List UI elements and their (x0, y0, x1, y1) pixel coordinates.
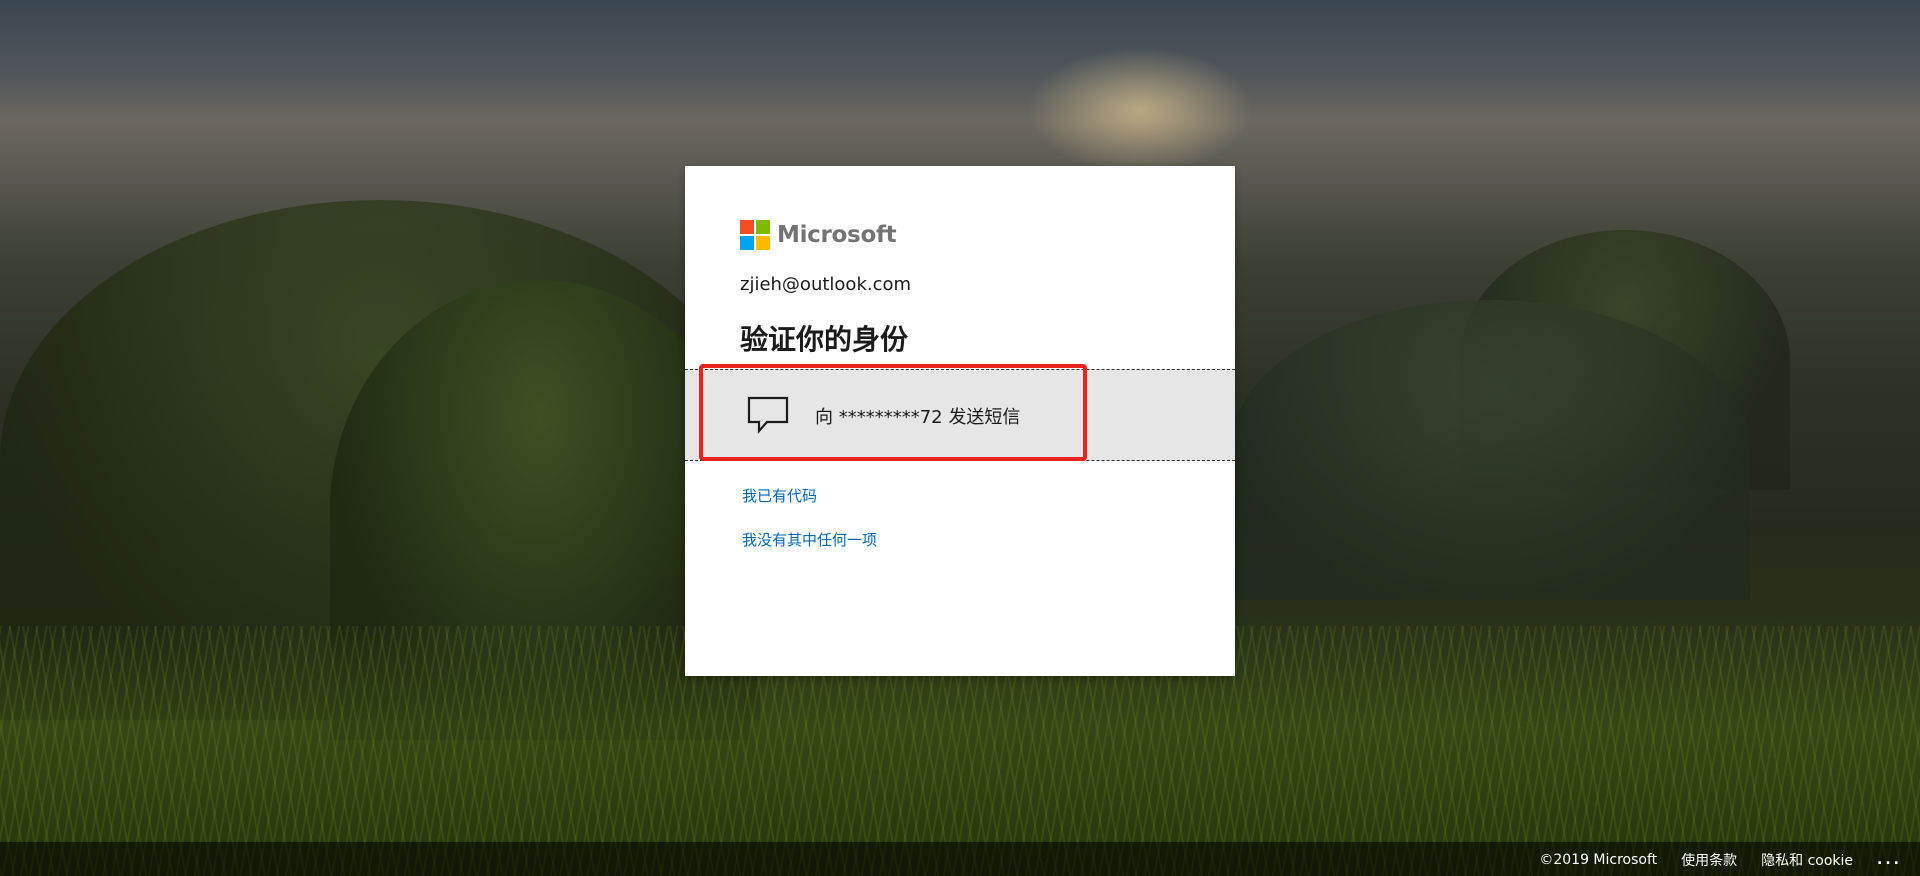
logo-square-blue (740, 236, 754, 250)
none-of-these-link[interactable]: 我没有其中任何一项 (742, 529, 877, 550)
privacy-cookie-link[interactable]: 隐私和 cookie (1761, 850, 1853, 870)
microsoft-logo-icon (740, 220, 770, 250)
microsoft-logo: Microsoft (740, 220, 897, 250)
page-title: 验证你的身份 (740, 323, 909, 356)
more-options-button[interactable]: ... (1877, 852, 1902, 868)
brand-name: Microsoft (777, 222, 897, 248)
send-sms-label: 向 *********72 发送短信 (815, 407, 1021, 428)
login-card: Microsoft zjieh@outlook.com 验证你的身份 向 ***… (685, 166, 1235, 676)
footer: ©2019 Microsoft 使用条款 隐私和 cookie ... (0, 842, 1920, 876)
chat-bubble-icon (747, 396, 789, 434)
account-email: zjieh@outlook.com (740, 274, 912, 295)
copyright-text: ©2019 Microsoft (1539, 852, 1658, 868)
logo-square-yellow (756, 236, 770, 250)
background-hill (1230, 300, 1750, 600)
have-code-link[interactable]: 我已有代码 (742, 485, 817, 506)
logo-square-red (740, 220, 754, 234)
logo-square-green (756, 220, 770, 234)
terms-link[interactable]: 使用条款 (1681, 850, 1737, 870)
send-sms-option[interactable]: 向 *********72 发送短信 (685, 369, 1235, 461)
footer-links: ©2019 Microsoft 使用条款 隐私和 cookie ... (1515, 850, 1902, 870)
